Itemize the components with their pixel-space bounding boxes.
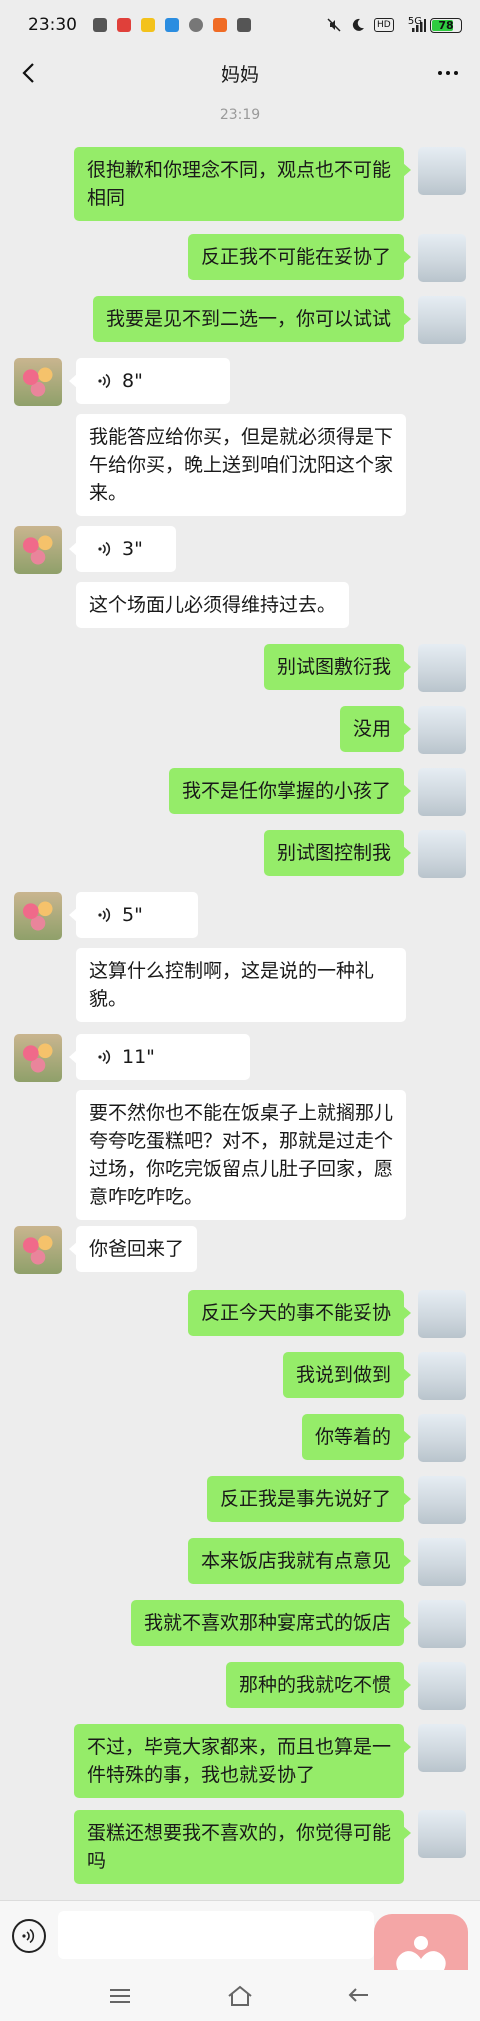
battery-icon: 78 <box>430 17 462 33</box>
avatar[interactable] <box>14 1034 62 1082</box>
voice-input-button[interactable] <box>12 1919 46 1953</box>
chat-header: 妈妈 <box>0 50 480 96</box>
home-icon <box>228 1985 252 2006</box>
home-button[interactable] <box>220 1982 260 2010</box>
message-bubble[interactable]: 那种的我就吃不惯 <box>225 1662 412 1708</box>
message-input[interactable] <box>58 1911 374 1959</box>
battery-level: 78 <box>438 18 454 32</box>
message-bubble[interactable]: 我不是任你掌握的小孩了 <box>168 768 412 814</box>
back-nav-button[interactable] <box>340 1982 380 2010</box>
avatar[interactable] <box>418 1724 466 1772</box>
message-timestamp: 23:19 <box>219 107 261 123</box>
back-button[interactable] <box>14 58 44 88</box>
message-bubble[interactable]: 我要是见不到二选一，你可以试试 <box>92 296 412 342</box>
app-icon <box>141 18 155 32</box>
avatar[interactable] <box>418 1662 466 1710</box>
message-bubble[interactable]: 不过，毕竟大家都来，而且也算是一件特殊的事，我也就妥协了 <box>74 1724 411 1798</box>
avatar[interactable] <box>418 706 466 754</box>
mute-icon <box>326 18 342 32</box>
avatar[interactable] <box>418 1810 466 1858</box>
voice-icon <box>98 1049 111 1065</box>
menu-button[interactable] <box>100 1982 140 2010</box>
app-icon <box>189 18 203 32</box>
voice-duration: 11" <box>122 1046 155 1068</box>
system-nav-bar <box>0 1970 480 2021</box>
chevron-left-icon <box>22 63 34 83</box>
message-bubble[interactable]: 别试图控制我 <box>263 830 412 876</box>
message-bubble[interactable]: 我就不喜欢那种宴席式的饭店 <box>130 1600 412 1646</box>
menu-icon <box>110 1989 130 2003</box>
voice-message[interactable]: 3" <box>69 526 176 572</box>
message-bubble[interactable]: 你等着的 <box>301 1414 412 1460</box>
moon-icon <box>350 18 366 32</box>
message-bubble[interactable]: 反正今天的事不能妥协 <box>187 1290 412 1336</box>
avatar[interactable] <box>418 1476 466 1524</box>
avatar[interactable] <box>14 358 62 406</box>
message-bubble[interactable]: 这个场面儿必须得维持过去。 <box>76 582 350 628</box>
avatar[interactable] <box>418 830 466 878</box>
avatar[interactable] <box>418 234 466 282</box>
app-icon <box>93 18 107 32</box>
app-icon <box>165 18 179 32</box>
avatar[interactable] <box>418 1290 466 1338</box>
return-icon <box>348 1988 368 2002</box>
message-bubble[interactable]: 我说到做到 <box>282 1352 412 1398</box>
voice-message[interactable]: 11" <box>69 1034 250 1080</box>
avatar[interactable] <box>418 1414 466 1462</box>
avatar[interactable] <box>418 768 466 816</box>
message-bubble[interactable]: 本来饭店我就有点意见 <box>187 1538 412 1584</box>
voice-icon <box>22 1928 35 1944</box>
more-button[interactable] <box>430 58 466 88</box>
message-bubble[interactable]: 别试图敷衍我 <box>263 644 412 690</box>
message-bubble[interactable]: 很抱歉和你理念不同，观点也不可能相同 <box>74 147 411 221</box>
message-bubble[interactable]: 反正我不可能在妥协了 <box>187 234 412 280</box>
hd-icon: HD <box>373 18 394 32</box>
app-icon <box>237 18 251 32</box>
avatar[interactable] <box>418 644 466 692</box>
status-time: 23:30 <box>28 15 77 35</box>
voice-duration: 8" <box>122 370 143 392</box>
network-label: 5G <box>407 15 422 27</box>
message-bubble[interactable]: 我能答应给你买，但是就必须得是下午给你买，晚上送到咱们沈阳这个家来。 <box>76 414 406 516</box>
voice-icon <box>98 373 111 389</box>
voice-duration: 5" <box>122 904 143 926</box>
avatar[interactable] <box>418 1352 466 1400</box>
avatar[interactable] <box>14 892 62 940</box>
message-bubble[interactable]: 要不然你也不能在饭桌子上就搁那儿夸夸吃蛋糕吧？对不，那就是过走个过场，你吃完饭留… <box>76 1090 406 1220</box>
message-bubble[interactable]: 反正我是事先说好了 <box>206 1476 412 1522</box>
message-bubble[interactable]: 没用 <box>339 706 412 752</box>
message-bubble[interactable]: 你爸回来了 <box>68 1226 198 1272</box>
chat-title: 妈妈 <box>220 63 259 86</box>
avatar[interactable] <box>418 147 466 195</box>
voice-icon <box>98 541 111 557</box>
avatar[interactable] <box>14 1226 62 1274</box>
message-bubble[interactable]: 这算什么控制啊，这是说的一种礼貌。 <box>76 948 406 1022</box>
voice-duration: 3" <box>122 538 143 560</box>
message-bubble[interactable]: 蛋糕还想要我不喜欢的，你觉得可能吗 <box>74 1810 411 1884</box>
avatar[interactable] <box>418 296 466 344</box>
avatar[interactable] <box>418 1600 466 1648</box>
more-icon <box>438 71 442 75</box>
app-icon <box>213 18 227 32</box>
status-bar: 23:30 HD 5G 78 <box>0 0 480 50</box>
app-icon <box>117 18 131 32</box>
voice-message[interactable]: 5" <box>69 892 198 938</box>
avatar[interactable] <box>14 526 62 574</box>
voice-message[interactable]: 8" <box>69 358 230 404</box>
voice-icon <box>98 907 111 923</box>
avatar[interactable] <box>418 1538 466 1586</box>
